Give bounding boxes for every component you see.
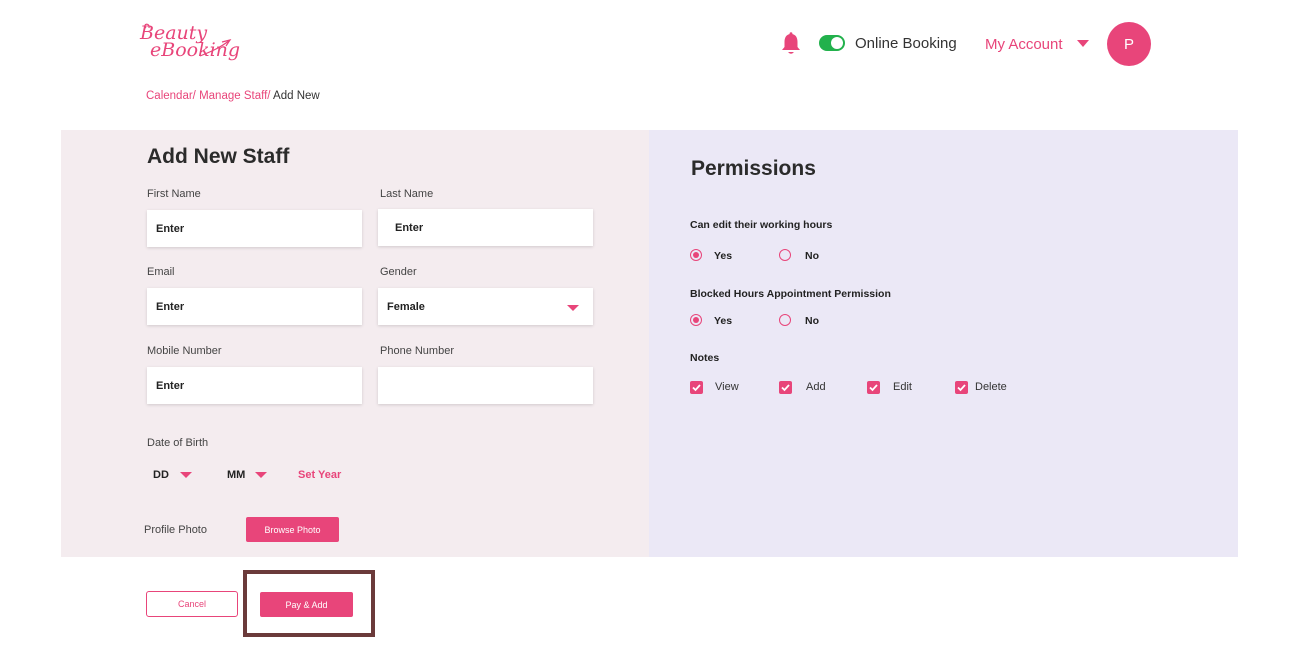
avatar[interactable]: P [1107,22,1151,66]
notes-edit-label: Edit [893,381,912,393]
blocked-hours-yes-radio[interactable] [690,314,702,326]
dob-label: Date of Birth [147,437,209,449]
my-account-menu[interactable]: My Account [985,36,1063,53]
last-name-field[interactable]: Enter [378,209,593,246]
mobile-field[interactable]: Enter [147,367,362,404]
online-booking-toggle[interactable] [819,35,845,51]
working-hours-yes-label: Yes [714,250,733,262]
email-field[interactable]: Enter [147,288,362,325]
gender-select[interactable]: Female [378,288,593,325]
blocked-hours-no-radio[interactable] [779,314,791,326]
profile-photo-label: Profile Photo [144,524,207,536]
notes-edit-checkbox[interactable] [867,381,880,394]
working-hours-label: Can edit their working hours [690,219,833,231]
working-hours-no-radio[interactable] [779,249,791,261]
highlight-box [243,570,375,637]
blocked-hours-label: Blocked Hours Appointment Permission [690,288,891,300]
cancel-button[interactable]: Cancel [146,591,238,617]
logo-text-line2: eBooking [150,39,241,61]
breadcrumb: Calendar/ Manage Staff/ Add New [146,90,320,102]
notes-add-label: Add [806,381,826,393]
dob-day-select[interactable]: DD [153,469,169,481]
dob-month-select[interactable]: MM [227,469,245,481]
notes-view-checkbox[interactable] [690,381,703,394]
first-name-field[interactable]: Enter [147,210,362,247]
chevron-down-icon [567,305,579,311]
last-name-label: Last Name [380,188,434,200]
notes-add-checkbox[interactable] [779,381,792,394]
notes-view-label: View [715,381,739,393]
blocked-hours-yes-label: Yes [714,315,733,327]
blocked-hours-no-label: No [805,315,819,327]
permissions-title: Permissions [691,157,816,180]
mobile-label: Mobile Number [147,345,222,357]
working-hours-no-label: No [805,250,819,262]
gender-label: Gender [380,266,417,278]
bell-icon[interactable] [780,32,802,56]
email-label: Email [147,266,175,278]
toggle-knob [831,37,843,49]
chevron-down-icon[interactable] [255,472,267,478]
brand-logo[interactable]: Beauty eBooking [140,22,240,66]
permissions-panel [649,130,1238,557]
breadcrumb-add-new: Add New [273,90,320,102]
phone-label: Phone Number [380,345,454,357]
check-icon [957,384,966,392]
first-name-label: First Name [147,188,201,200]
breadcrumb-calendar[interactable]: Calendar/ [146,90,196,102]
notes-label: Notes [690,352,720,364]
page-title: Add New Staff [147,145,290,168]
check-icon [869,384,878,392]
chevron-down-icon[interactable] [1077,40,1089,47]
browse-photo-button[interactable]: Browse Photo [246,517,339,542]
chevron-down-icon[interactable] [180,472,192,478]
working-hours-yes-radio[interactable] [690,249,702,261]
notes-delete-checkbox[interactable] [955,381,968,394]
online-booking-label: Online Booking [855,35,957,52]
breadcrumb-manage-staff[interactable]: Manage Staff/ [199,90,270,102]
notes-delete-label: Delete [975,381,1007,393]
check-icon [692,384,701,392]
gender-value: Female [387,301,425,313]
set-year-link[interactable]: Set Year [298,469,341,481]
phone-field[interactable] [378,367,593,404]
check-icon [781,384,790,392]
